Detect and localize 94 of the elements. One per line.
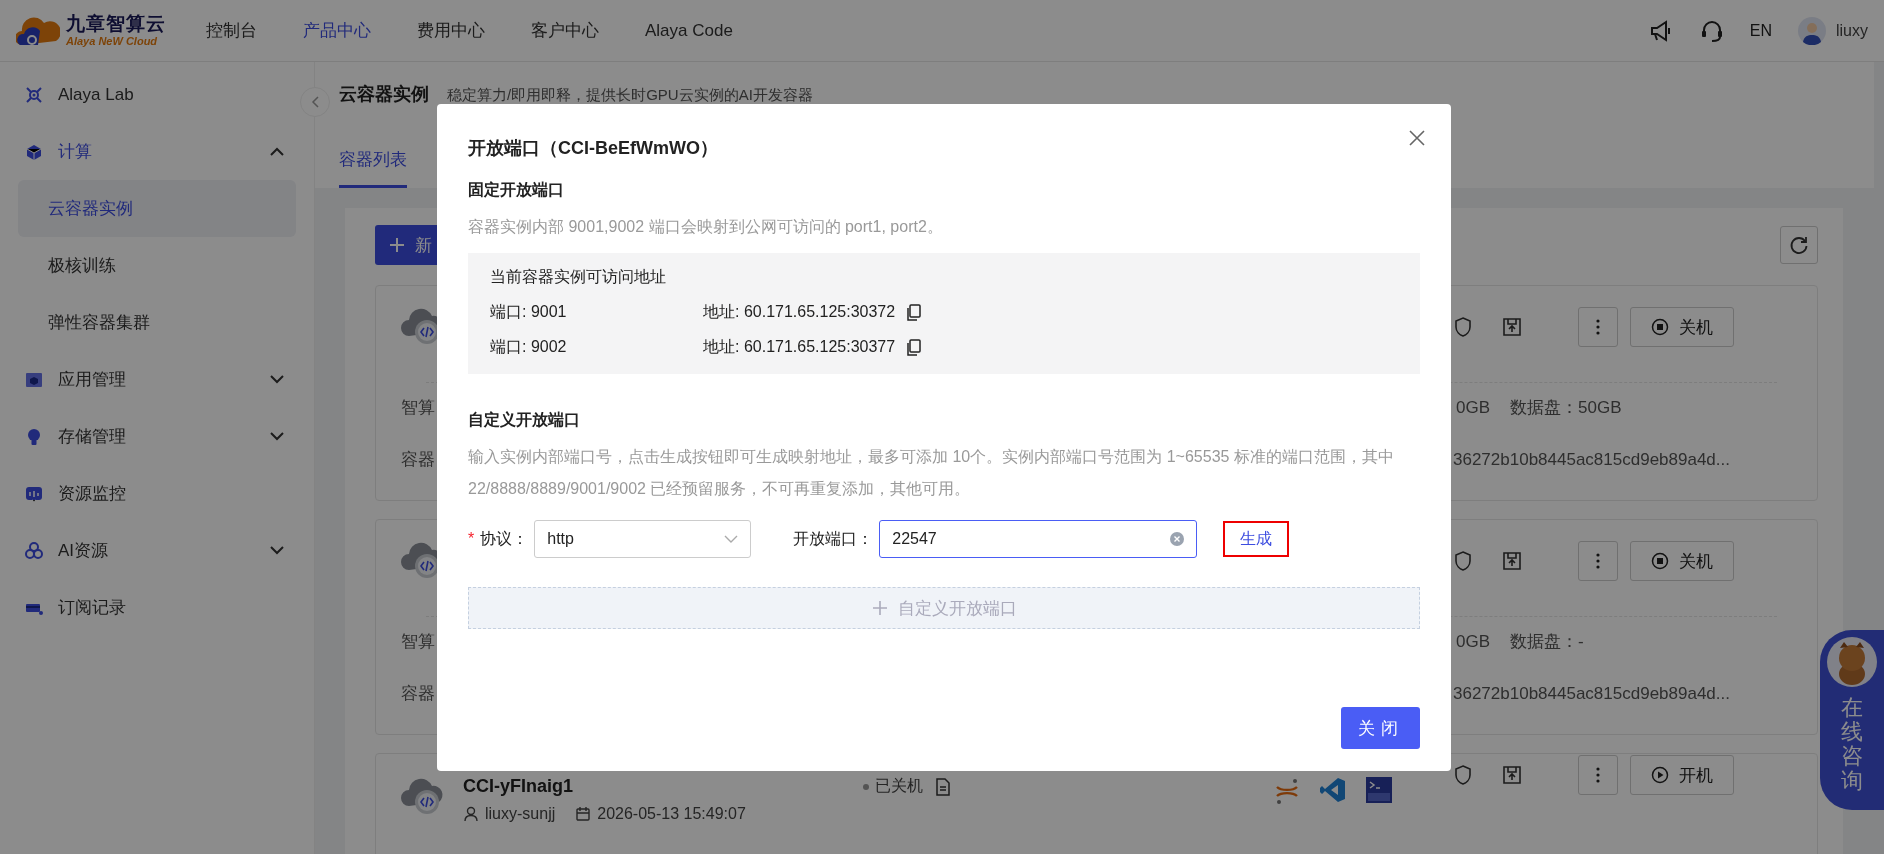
instance-status: 已关机	[875, 776, 923, 796]
sidebar-item[interactable]: Alaya Lab	[18, 66, 296, 123]
created-time: 2026-05-13 15:49:07	[597, 805, 746, 823]
refresh-icon	[1789, 235, 1809, 255]
more-icon	[1596, 318, 1600, 336]
port-label: 端口: 9002	[490, 337, 568, 357]
nav-item[interactable]: 控制台	[206, 19, 257, 42]
power-button[interactable]: 关机	[1630, 541, 1734, 581]
instance-name[interactable]: CCI-yFInaig1	[463, 776, 863, 797]
sidebar-item[interactable]: 订阅记录	[18, 579, 296, 636]
page-subtitle: 稳定算力/即用即释，提供长时GPU云实例的AI开发容器	[447, 86, 813, 105]
close-dialog-button[interactable]: 关闭	[1341, 707, 1420, 749]
document-icon[interactable]	[935, 777, 951, 796]
section-description: 输入实例内部端口号，点击生成按钮即可生成映射地址，最多可添加 10个。实例内部端口号范围为 1~65535 标准的端口范围，其中 22/8888/8889/9001/9002 已经预留服务，不可再重复添加，其他可用。	[468, 447, 1395, 499]
headset-icon[interactable]	[1699, 18, 1724, 43]
more-icon	[1596, 766, 1600, 784]
chevron-left-icon	[311, 96, 319, 108]
sidebar-subitem[interactable]: 弹性容器集群	[18, 294, 296, 351]
sidebar-item[interactable]: AI资源	[18, 522, 296, 579]
section-heading: 固定开放端口	[468, 180, 565, 200]
avatar-icon[interactable]	[1798, 16, 1826, 45]
spec-text: 0GB	[1456, 631, 1491, 653]
port-label: 端口: 9001	[490, 302, 568, 322]
shield-icon[interactable]	[1453, 550, 1473, 572]
notebook-icon[interactable]	[1273, 776, 1301, 806]
user-icon	[463, 806, 479, 822]
more-icon	[1596, 552, 1600, 570]
power-button[interactable]: 关机	[1630, 307, 1734, 347]
port-field-label: 开放端口：	[793, 528, 874, 549]
sidebar-item[interactable]: 应用管理	[18, 351, 296, 408]
nav-item[interactable]: Alaya Code	[645, 20, 733, 41]
consult-widget[interactable]: 在线咨询	[1820, 630, 1884, 810]
terminal-icon[interactable]	[1365, 776, 1393, 804]
nav-item[interactable]: 费用中心	[417, 19, 485, 42]
sidebar-subitem[interactable]: 极核训练	[18, 237, 296, 294]
nav-item[interactable]: 客户中心	[531, 19, 599, 42]
page-title: 云容器实例	[339, 83, 429, 106]
container-id: 36272b10b8445ac815cd9eb89a4d...	[1453, 449, 1730, 471]
spec-label: 智算	[401, 397, 435, 419]
chevron-icon[interactable]	[270, 147, 284, 156]
logo-name: 九章智算云	[66, 14, 166, 35]
generate-button[interactable]: 生成	[1223, 521, 1290, 557]
calendar-icon	[575, 806, 592, 822]
panel-title: 当前容器实例可访问地址	[490, 267, 667, 287]
port-input[interactable]: 22547	[879, 520, 1198, 558]
close-icon	[1409, 130, 1425, 146]
code-editor-icon[interactable]	[1319, 776, 1347, 804]
spec-text: 0GB	[1456, 397, 1491, 419]
container-label: 容器	[401, 683, 435, 705]
mascot-icon	[1826, 636, 1878, 688]
plus-icon	[389, 237, 405, 253]
shield-icon[interactable]	[1453, 316, 1473, 338]
copy-icon[interactable]	[907, 339, 922, 356]
address-text: 地址: 60.171.65.125:30377	[703, 337, 896, 357]
sidebar-subitem[interactable]: 云容器实例	[18, 180, 296, 237]
power-button[interactable]: 开机	[1630, 755, 1734, 795]
language-link[interactable]: EN	[1749, 21, 1772, 40]
chevron-icon[interactable]	[270, 546, 284, 555]
spec-label: 智算	[401, 631, 435, 653]
user-name[interactable]: liuxy	[1836, 21, 1868, 40]
container-label: 容器	[401, 449, 435, 471]
copy-icon[interactable]	[907, 304, 922, 321]
dialog-title: 开放端口（CCI-BeEfWmWO）	[468, 137, 719, 160]
flower-icon	[24, 540, 44, 561]
sidebar-item[interactable]: 存储管理	[18, 408, 296, 465]
chevron-icon[interactable]	[270, 375, 284, 384]
save-icon[interactable]	[1501, 764, 1523, 786]
stop-icon	[1651, 552, 1669, 570]
chevron-down-icon	[724, 535, 739, 543]
instance-user: liuxy-sunjj	[485, 805, 556, 823]
address-text: 地址: 60.171.65.125:30372	[703, 302, 896, 322]
save-icon[interactable]	[1501, 550, 1523, 572]
clear-icon[interactable]	[1170, 532, 1185, 546]
sidebar-item[interactable]: 计算	[18, 123, 296, 180]
refresh-button[interactable]	[1780, 226, 1818, 264]
plus-icon	[871, 600, 888, 616]
spec-text: 数据盘：50GB	[1510, 397, 1622, 419]
nav-item[interactable]: 产品中心	[303, 19, 371, 42]
save-icon[interactable]	[1501, 316, 1523, 338]
play-icon	[1651, 766, 1669, 784]
lab-icon	[24, 84, 44, 105]
required-mark: *	[468, 530, 475, 548]
protocol-label: 协议：	[480, 528, 529, 549]
logo-tagline: Alaya NeW Cloud	[66, 34, 159, 47]
section-heading: 自定义开放端口	[468, 410, 581, 430]
chevron-icon[interactable]	[270, 432, 284, 441]
stop-icon	[1651, 318, 1669, 336]
container-id: 36272b10b8445ac815cd9eb89a4d...	[1453, 683, 1730, 705]
protocol-select[interactable]: http	[534, 520, 752, 558]
consult-label: 在线咨询	[1841, 696, 1863, 793]
sidebar-item[interactable]: 资源监控	[18, 465, 296, 522]
shield-icon[interactable]	[1453, 764, 1473, 786]
spec-text: 数据盘：-	[1510, 631, 1584, 653]
tab[interactable]: 容器列表	[339, 148, 407, 188]
